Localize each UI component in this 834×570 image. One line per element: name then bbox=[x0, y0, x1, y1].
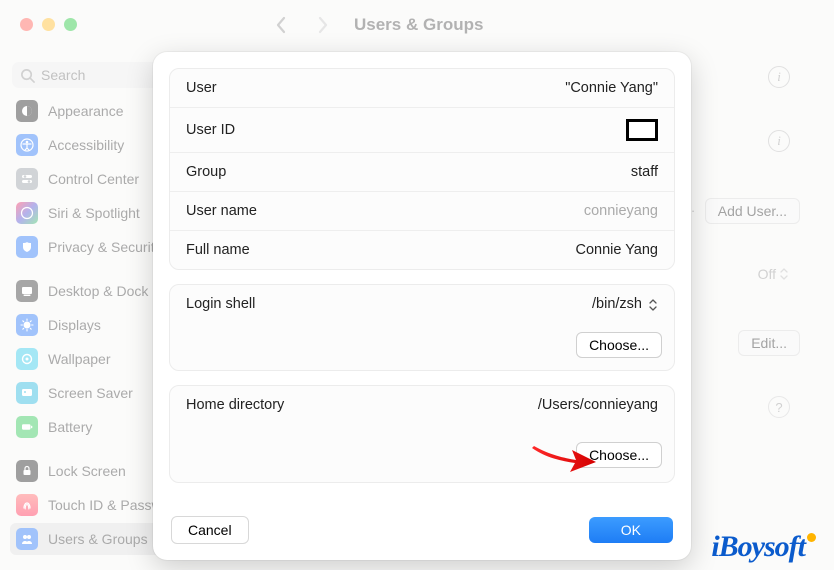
label-group: Group bbox=[186, 164, 226, 180]
sidebar-item-label: Screen Saver bbox=[48, 385, 133, 401]
control-center-icon bbox=[16, 168, 38, 190]
search-icon bbox=[20, 68, 35, 83]
maximize-icon[interactable] bbox=[64, 18, 77, 31]
sidebar-item-label: Displays bbox=[48, 317, 101, 333]
screen-saver-icon bbox=[16, 382, 38, 404]
sidebar-item-label: Wallpaper bbox=[48, 351, 111, 367]
watermark: iBoysoft bbox=[711, 530, 816, 564]
row-group: Group staff bbox=[170, 152, 674, 191]
desktop-icon bbox=[16, 280, 38, 302]
siri-icon bbox=[16, 202, 38, 224]
row-user-name: User name connieyang bbox=[170, 191, 674, 230]
sidebar-item-label: Lock Screen bbox=[48, 463, 126, 479]
window-controls bbox=[20, 18, 77, 31]
back-button[interactable] bbox=[270, 14, 292, 36]
sidebar-item-label: Accessibility bbox=[48, 137, 124, 153]
edit-button[interactable]: Edit... bbox=[738, 330, 800, 356]
row-home-directory: Home directory /Users/connieyang bbox=[170, 386, 674, 424]
label-home-directory: Home directory bbox=[186, 397, 284, 413]
users-icon bbox=[16, 528, 38, 550]
label-user-id: User ID bbox=[186, 122, 235, 138]
login-shell-choose-button[interactable]: Choose... bbox=[576, 332, 662, 358]
displays-icon bbox=[16, 314, 38, 336]
value-group: staff bbox=[631, 164, 658, 180]
autologin-off-label: Off bbox=[758, 266, 788, 282]
privacy-icon bbox=[16, 236, 38, 258]
touch-id-icon bbox=[16, 494, 38, 516]
row-login-shell: Login shell /bin/zsh bbox=[170, 285, 674, 323]
info-icon[interactable]: i bbox=[768, 66, 790, 88]
login-shell-select[interactable]: /bin/zsh bbox=[592, 296, 658, 312]
sidebar-item-label: Siri & Spotlight bbox=[48, 205, 140, 221]
wallpaper-icon bbox=[16, 348, 38, 370]
appearance-icon bbox=[16, 100, 38, 122]
sidebar-item-label: Privacy & Security bbox=[48, 239, 162, 255]
sidebar-item-label: Users & Groups bbox=[48, 531, 148, 547]
row-full-name: Full name Connie Yang bbox=[170, 230, 674, 269]
label-login-shell: Login shell bbox=[186, 296, 255, 312]
label-full-name: Full name bbox=[186, 242, 250, 258]
advanced-options-dialog: User "Connie Yang" User ID Group staff U… bbox=[153, 52, 691, 560]
lock-screen-icon bbox=[16, 460, 38, 482]
value-user-name[interactable]: connieyang bbox=[584, 203, 658, 219]
sidebar-item-label: Appearance bbox=[48, 103, 124, 119]
chevron-updown-icon[interactable] bbox=[780, 268, 788, 280]
annotation-arrow-icon bbox=[530, 438, 598, 474]
ok-button[interactable]: OK bbox=[589, 517, 673, 543]
help-icon[interactable]: ? bbox=[768, 396, 790, 418]
forward-button[interactable] bbox=[312, 14, 334, 36]
battery-icon bbox=[16, 416, 38, 438]
chevron-updown-icon bbox=[648, 298, 658, 312]
minimize-icon[interactable] bbox=[42, 18, 55, 31]
label-user: User bbox=[186, 80, 217, 96]
value-home-directory: /Users/connieyang bbox=[538, 397, 658, 413]
close-icon[interactable] bbox=[20, 18, 33, 31]
row-user: User "Connie Yang" bbox=[170, 69, 674, 107]
page-title: Users & Groups bbox=[354, 15, 483, 35]
label-user-name: User name bbox=[186, 203, 257, 219]
sidebar-item-label: Battery bbox=[48, 419, 92, 435]
value-user: "Connie Yang" bbox=[565, 80, 658, 96]
accessibility-icon bbox=[16, 134, 38, 156]
add-user-button[interactable]: Add User... bbox=[705, 198, 800, 224]
row-user-id: User ID bbox=[170, 107, 674, 152]
value-full-name[interactable]: Connie Yang bbox=[575, 242, 658, 258]
sidebar-item-label: Desktop & Dock bbox=[48, 283, 148, 299]
sidebar-item-label: Control Center bbox=[48, 171, 139, 187]
watermark-dot-icon bbox=[807, 533, 816, 542]
cancel-button[interactable]: Cancel bbox=[171, 516, 249, 544]
user-id-input[interactable] bbox=[626, 119, 658, 141]
info-icon[interactable]: i bbox=[768, 130, 790, 152]
